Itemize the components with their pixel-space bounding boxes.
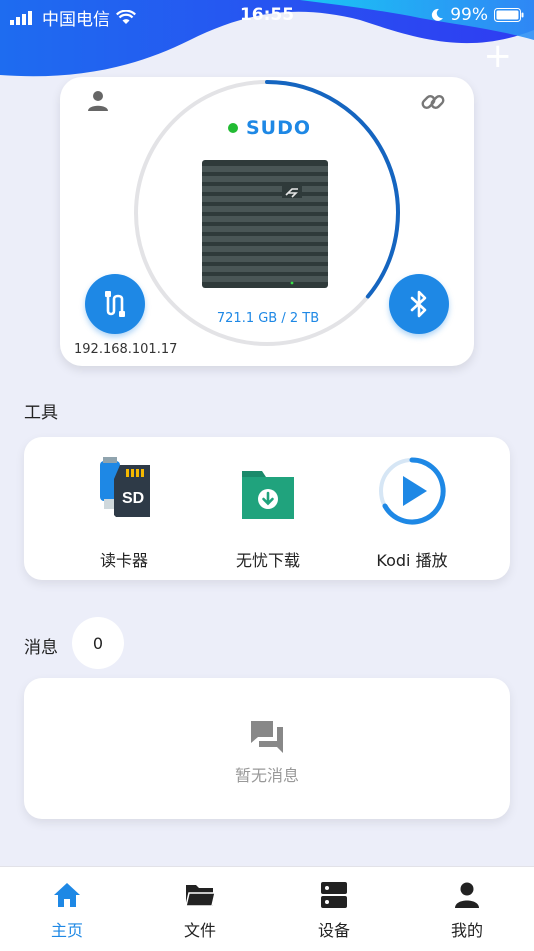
device-name: SUDO (246, 117, 312, 139)
moon-icon (432, 8, 444, 21)
battery-icon (494, 8, 524, 22)
download-folder-icon (242, 471, 294, 519)
tools-card: SD 读卡器 无忧下载 Kodi 播放 (24, 437, 510, 580)
tool-card-reader-label: 读卡器 (99, 551, 148, 570)
empty-messages-text: 暂无消息 (234, 766, 299, 785)
home-icon (54, 883, 80, 907)
tab-mine-label: 我的 (450, 921, 483, 940)
tab-home[interactable]: 主页 (17, 881, 117, 941)
online-indicator (228, 123, 238, 133)
tool-card-reader[interactable]: SD 读卡器 (54, 455, 194, 571)
tool-kodi-label: Kodi 播放 (376, 551, 448, 570)
folder-icon (185, 885, 216, 907)
nas-fin (202, 186, 328, 192)
tab-devices[interactable]: 设备 (284, 881, 384, 941)
play-icon (379, 457, 446, 525)
nas-fin (202, 266, 328, 272)
card-reader-icon: SD (100, 457, 150, 517)
tool-kodi[interactable]: Kodi 播放 (342, 455, 482, 571)
messages-section-title: 消息 (24, 638, 58, 658)
add-device-button[interactable]: + (484, 39, 513, 73)
device-ip-address: 192.168.101.17 (74, 342, 178, 357)
nas-fin (202, 176, 328, 182)
tab-mine[interactable]: 我的 (417, 881, 517, 941)
tab-devices-label: 设备 (317, 921, 350, 940)
messages-card: 暂无消息 (24, 678, 510, 819)
nas-fin (202, 206, 328, 212)
user-icon[interactable] (86, 89, 110, 113)
nas-fin (202, 276, 328, 282)
device-card[interactable]: SUDO 721.1 GB / 2 TB 192.168.101.17 (60, 77, 474, 366)
nas-fin (202, 246, 328, 252)
tab-files[interactable]: 文件 (150, 881, 250, 941)
nas-fin (202, 196, 328, 202)
storage-usage-label: 721.1 GB / 2 TB (216, 311, 320, 326)
nas-device-image (202, 160, 328, 288)
server-icon (321, 882, 347, 908)
bottom-tab-bar: 主页 文件 设备 我的 (0, 866, 534, 951)
tool-download-label: 无忧下载 (235, 551, 300, 570)
chat-icon (251, 721, 283, 753)
nas-fin (202, 226, 328, 232)
tools-section-title: 工具 (24, 403, 58, 423)
tab-home-label: 主页 (50, 921, 83, 940)
status-right: 99% (430, 5, 524, 25)
nas-fin (202, 216, 328, 222)
messages-count-badge: 0 (72, 617, 124, 669)
svg-text:SD: SD (122, 490, 144, 507)
network-button[interactable] (85, 274, 145, 334)
tab-files-label: 文件 (183, 921, 216, 940)
device-status: SUDO (228, 117, 311, 139)
person-icon (455, 882, 479, 908)
bluetooth-icon (410, 290, 427, 318)
nas-fin (202, 256, 328, 262)
nas-fin (202, 166, 328, 172)
battery-percent: 99% (450, 5, 488, 25)
bluetooth-button[interactable] (389, 274, 449, 334)
nas-fin (202, 236, 328, 242)
link-icon[interactable] (420, 89, 446, 115)
tool-download[interactable]: 无忧下载 (198, 455, 338, 571)
status-bar: 中国电信 16:55 99% (0, 0, 534, 30)
network-icon (105, 291, 125, 317)
